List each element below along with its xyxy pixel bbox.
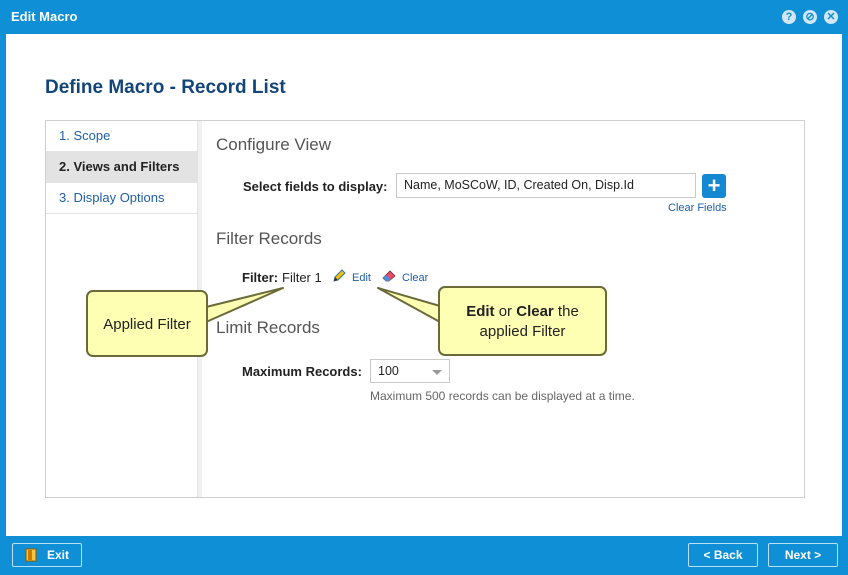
configure-view-heading: Configure View	[216, 135, 331, 154]
exit-button-label: Exit	[46, 548, 69, 562]
step-display-options[interactable]: 3. Display Options	[46, 183, 197, 214]
callout-clear-word: Clear	[516, 303, 554, 320]
eraser-icon[interactable]	[381, 268, 397, 284]
back-button[interactable]: < Back	[688, 543, 758, 567]
chevron-down-icon	[432, 370, 442, 375]
exit-button[interactable]: Exit	[12, 543, 82, 567]
add-fields-button[interactable]: +	[702, 174, 726, 198]
close-icon[interactable]: ✕	[824, 10, 838, 24]
max-records-select[interactable]: 100	[370, 359, 450, 383]
filter-records-heading: Filter Records	[216, 229, 322, 248]
page-title: Define Macro - Record List	[45, 77, 286, 98]
help-icon[interactable]: ?	[782, 10, 796, 24]
fields-input[interactable]: Name, MoSCoW, ID, Created On, Disp.Id	[396, 173, 696, 198]
minimize-icon[interactable]: ⊘	[803, 10, 817, 24]
edit-clear-callout: Edit or Clear the applied Filter	[438, 286, 607, 356]
callout-line2: applied Filter	[479, 323, 566, 340]
fields-label: Select fields to display:	[243, 179, 388, 194]
step-views-and-filters[interactable]: 2. Views and Filters	[46, 152, 197, 183]
filter-value: Filter 1	[282, 270, 322, 285]
window-title: Edit Macro	[11, 9, 78, 24]
next-button[interactable]: Next >	[768, 543, 838, 567]
callout-edit-word: Edit	[466, 303, 495, 320]
window-titlebar: Edit Macro ? ⊘ ✕	[0, 0, 848, 34]
dialog-body: Define Macro - Record List 1. Scope 2. V…	[6, 34, 842, 536]
exit-door-icon	[25, 548, 37, 562]
callout-or-word: or	[494, 303, 517, 320]
max-records-hint: Maximum 500 records can be displayed at …	[370, 389, 635, 403]
max-records-label: Maximum Records:	[242, 364, 362, 379]
callout-the-word: the	[553, 303, 579, 320]
applied-filter-callout: Applied Filter	[86, 290, 208, 357]
edit-filter-link[interactable]: Edit	[352, 272, 371, 284]
max-records-value: 100	[378, 364, 399, 378]
limit-records-heading: Limit Records	[216, 318, 320, 337]
filter-label: Filter:	[242, 270, 279, 285]
step-scope[interactable]: 1. Scope	[46, 121, 197, 152]
clear-filter-link[interactable]: Clear	[402, 272, 428, 284]
clear-fields-link[interactable]: Clear Fields	[668, 202, 727, 214]
applied-filter-callout-text: Applied Filter	[103, 316, 191, 333]
pencil-icon[interactable]	[331, 268, 347, 284]
